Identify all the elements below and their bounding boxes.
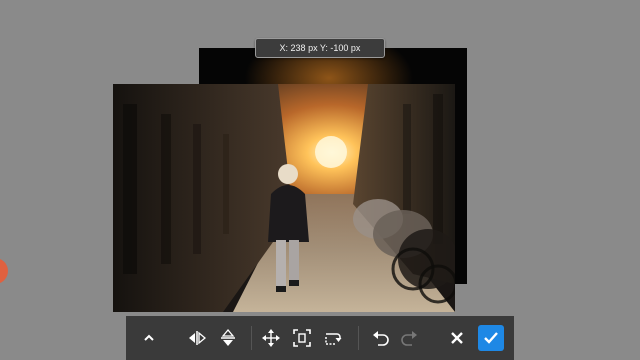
editor-canvas[interactable]: X: 238 px Y: -100 px [0, 0, 640, 360]
transformed-image[interactable] [113, 84, 455, 312]
cancel-button[interactable] [444, 325, 470, 351]
move-arrows-icon [262, 329, 280, 347]
apply-button[interactable] [478, 325, 504, 351]
rotate-button[interactable] [320, 325, 346, 351]
photo-person-walking-alley [113, 84, 455, 312]
undo-icon [373, 331, 389, 346]
flip-vertical-button[interactable] [215, 325, 241, 351]
transform-toolbar [126, 316, 514, 360]
position-readout: X: 238 px Y: -100 px [255, 38, 385, 58]
redo-button[interactable] [396, 325, 422, 351]
flip-vertical-icon [221, 329, 235, 346]
flip-horizontal-icon [189, 331, 206, 345]
chevron-up-icon [144, 334, 154, 341]
undo-button[interactable] [368, 325, 394, 351]
redo-icon [401, 331, 417, 346]
fit-frame-icon [293, 329, 311, 347]
flip-horizontal-button[interactable] [184, 325, 210, 351]
side-panel-handle[interactable] [0, 258, 8, 284]
close-icon [451, 332, 463, 344]
toolbar-divider [358, 326, 359, 350]
fit-to-screen-button[interactable] [289, 325, 315, 351]
collapse-button[interactable] [136, 325, 162, 351]
check-icon [484, 332, 498, 344]
rotate-icon [325, 333, 342, 345]
toolbar-divider [251, 326, 252, 350]
move-button[interactable] [258, 325, 284, 351]
